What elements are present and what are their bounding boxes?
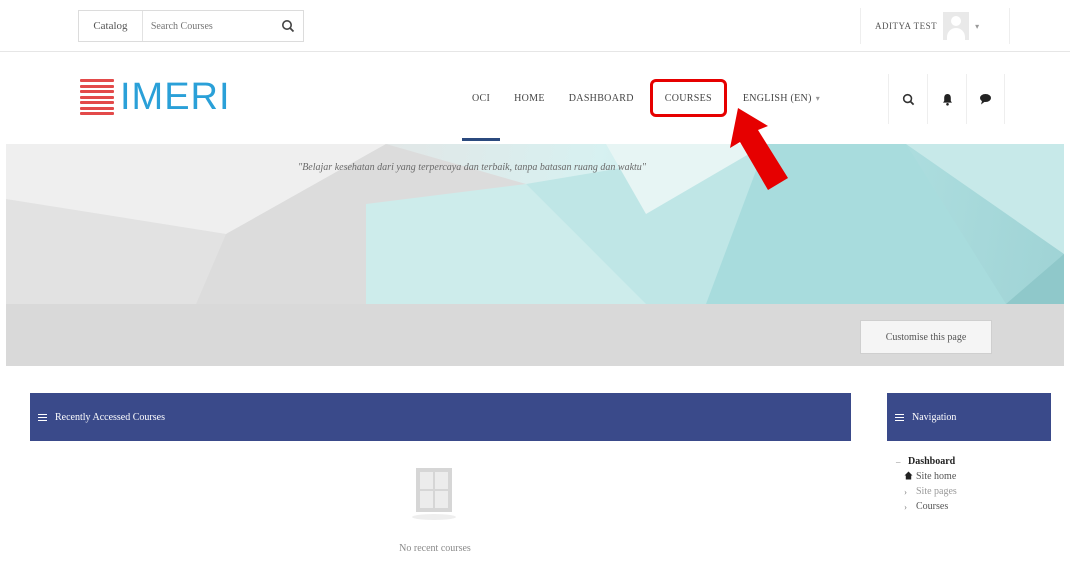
recent-courses-title: Recently Accessed Courses xyxy=(55,411,165,423)
customise-page-button[interactable]: Customise this page xyxy=(860,320,992,354)
language-label: ENGLISH (EN) xyxy=(742,92,812,104)
nav-item-courses[interactable]: COURSES xyxy=(649,79,727,117)
menu-icon xyxy=(895,413,904,421)
red-arrow-annotation xyxy=(730,108,788,190)
chevron-right-icon: › xyxy=(904,486,907,497)
nav-tree-label: Courses xyxy=(916,501,949,512)
nav-tree-label: Site pages xyxy=(916,486,957,497)
logo-text: IMERI xyxy=(120,76,231,118)
catalog-search-group: Catalog xyxy=(78,10,304,42)
menu-icon xyxy=(38,413,47,421)
navigation-block-header: Navigation xyxy=(887,393,1051,441)
hero-banner: "Belajar kesehatan dari yang terpercaya … xyxy=(6,144,1064,304)
nav-tree-dashboard[interactable]: – Dashboard xyxy=(896,454,957,469)
collapse-icon: – xyxy=(896,456,901,467)
logo-mark-icon xyxy=(80,79,114,115)
site-header: IMERI OCI HOME DASHBOARD COURSES ENGLISH… xyxy=(0,52,1070,144)
chat-icon xyxy=(980,94,991,105)
chevron-down-icon: ▾ xyxy=(975,21,980,31)
messages-button[interactable] xyxy=(966,74,1005,124)
nav-tree-label: Site home xyxy=(916,471,957,482)
avatar xyxy=(943,12,970,40)
search-icon xyxy=(902,93,914,105)
nav-tree-site-home[interactable]: Site home xyxy=(896,469,957,484)
nav-item-home[interactable]: HOME xyxy=(502,81,557,115)
search-courses-input[interactable] xyxy=(142,11,274,41)
site-logo[interactable]: IMERI xyxy=(80,78,231,116)
bell-icon xyxy=(942,93,952,106)
empty-courses-icon xyxy=(412,468,456,520)
search-button[interactable] xyxy=(274,11,303,41)
navigation-tree: – Dashboard Site home › Site pages › Cou… xyxy=(896,454,957,514)
empty-courses-text: No recent courses xyxy=(399,543,471,554)
chevron-down-icon: ▾ xyxy=(815,93,821,103)
navigation-title: Navigation xyxy=(912,411,957,423)
header-icons xyxy=(888,74,1005,124)
home-icon xyxy=(904,471,916,482)
catalog-button[interactable]: Catalog xyxy=(79,11,143,41)
chevron-right-icon: › xyxy=(904,501,907,512)
nav-tree-courses[interactable]: › Courses xyxy=(896,499,957,514)
nav-tree-site-pages[interactable]: › Site pages xyxy=(896,484,957,499)
nav-item-dashboard[interactable]: DASHBOARD xyxy=(557,81,646,115)
nav-tree-label: Dashboard xyxy=(908,456,956,467)
header-search-button[interactable] xyxy=(888,74,927,124)
banner-quote: "Belajar kesehatan dari yang terpercaya … xyxy=(298,162,646,173)
notifications-button[interactable] xyxy=(927,74,966,124)
top-bar: Catalog ADITYA TEST ▾ xyxy=(0,0,1070,52)
user-name: ADITYA TEST xyxy=(875,21,938,31)
search-icon xyxy=(282,20,295,33)
nav-item-oci[interactable]: OCI xyxy=(460,81,502,141)
recent-courses-header: Recently Accessed Courses xyxy=(30,393,851,441)
user-menu[interactable]: ADITYA TEST ▾ xyxy=(860,8,1010,44)
